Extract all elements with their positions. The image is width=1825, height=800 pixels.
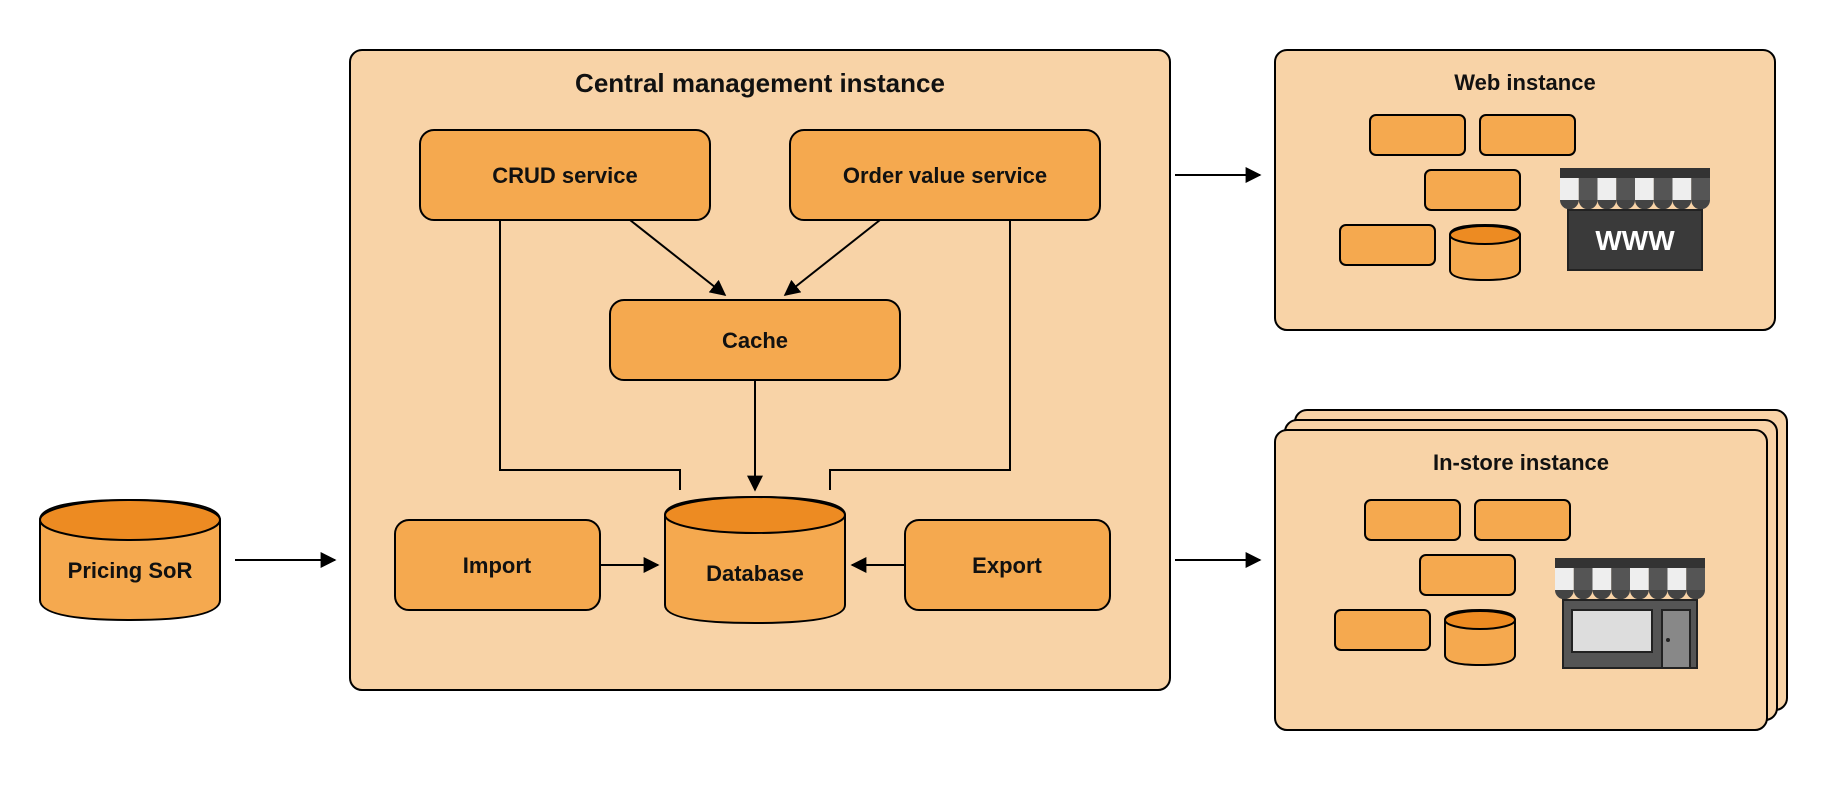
database-cylinder: Database xyxy=(665,497,845,623)
order-value-label: Order value service xyxy=(843,163,1047,188)
web-mini-box xyxy=(1340,225,1435,265)
crud-service-label: CRUD service xyxy=(492,163,638,188)
web-instance-title: Web instance xyxy=(1454,70,1595,95)
web-mini-box xyxy=(1370,115,1465,155)
instore-mini-box xyxy=(1475,500,1570,540)
instore-mini-box xyxy=(1420,555,1515,595)
export-label: Export xyxy=(972,553,1042,578)
www-storefront-icon: WWW xyxy=(1560,168,1710,270)
web-instance: Web instance xyxy=(1275,50,1775,330)
central-title: Central management instance xyxy=(575,68,945,98)
www-label: WWW xyxy=(1595,225,1675,256)
store-icon xyxy=(1555,558,1705,668)
pricing-sor: Pricing SoR xyxy=(40,500,220,620)
in-store-instance: In-store instance xyxy=(1275,410,1787,730)
cache-label: Cache xyxy=(722,328,788,353)
web-mini-box xyxy=(1480,115,1575,155)
pricing-sor-label: Pricing SoR xyxy=(68,558,193,583)
instore-mini-db xyxy=(1445,610,1515,665)
import-label: Import xyxy=(463,553,532,578)
instore-mini-box xyxy=(1365,500,1460,540)
database-label: Database xyxy=(706,561,804,586)
architecture-diagram: Pricing SoR Central management instance … xyxy=(0,0,1825,800)
web-mini-db xyxy=(1450,225,1520,280)
central-container: Central management instance CRUD service… xyxy=(350,50,1170,690)
in-store-title: In-store instance xyxy=(1433,450,1609,475)
instore-mini-box xyxy=(1335,610,1430,650)
web-mini-box xyxy=(1425,170,1520,210)
